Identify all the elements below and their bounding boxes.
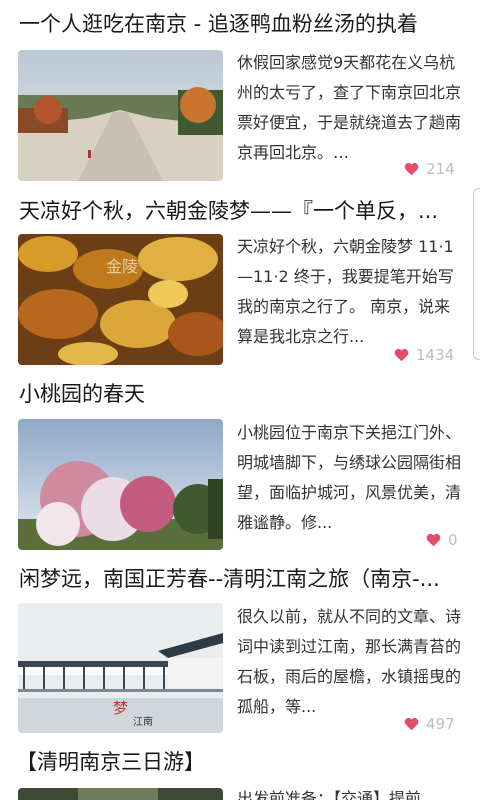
article-excerpt: 休假回家感觉9天都花在义乌杭州的太亏了，查了下南京回北京票好便宜，于是就绕道去了…	[237, 53, 462, 162]
article-thumbnail[interactable]	[18, 50, 223, 181]
heart-icon	[404, 162, 419, 176]
like-count: 497	[404, 715, 455, 733]
like-count-value: 1434	[416, 346, 455, 364]
like-count-value: 497	[426, 715, 455, 733]
article-title[interactable]: 闲梦远，南国正芳春--清明江南之旅（南京-...	[19, 565, 459, 593]
article-title[interactable]: 天凉好个秋，六朝金陵梦——『一个单反，...	[19, 197, 459, 225]
article-title[interactable]: 【清明南京三日游】	[16, 748, 456, 776]
like-count-value: 214	[426, 160, 455, 178]
svg-text:江南: 江南	[133, 715, 153, 728]
scrollbar[interactable]	[473, 188, 480, 360]
article-thumbnail[interactable]	[18, 419, 223, 550]
article-title[interactable]: 小桃园的春天	[19, 380, 459, 408]
article-thumbnail[interactable]: 梦 江南	[18, 603, 223, 733]
article-excerpt: 很久以前，就从不同的文章、诗词中读到过江南，那长满青苔的石板，雨后的屋檐，水镇摇…	[237, 607, 462, 716]
article-card[interactable]: 【清明南京三日游】 出发前准备：【交通】提前	[0, 740, 470, 800]
heart-icon	[394, 348, 409, 362]
like-count-value: 0	[448, 531, 458, 549]
article-card[interactable]: 闲梦远，南国正芳春--清明江南之旅（南京-... 梦 江南 很久以前，就从不同的…	[0, 564, 470, 740]
article-card[interactable]: 一个人逛吃在南京 - 追逐鸭血粉丝汤的执着 休假回家感觉9天都花在义乌杭州的太亏…	[0, 0, 470, 188]
article-title[interactable]: 一个人逛吃在南京 - 追逐鸭血粉丝汤的执着	[19, 10, 459, 38]
article-excerpt: 出发前准备：【交通】提前	[237, 789, 422, 800]
article-card[interactable]: 小桃园的春天 小桃园位于南京下关挹江门外、明城墙脚下，与绣球公园隔街相望，面临护…	[0, 378, 470, 564]
like-count: 1434	[394, 346, 454, 364]
svg-text:梦: 梦	[113, 699, 128, 717]
heart-icon	[426, 533, 441, 547]
article-thumbnail[interactable]	[18, 788, 223, 800]
article-excerpt: 小桃园位于南京下关挹江门外、明城墙脚下，与绣球公园隔街相望，面临护城河，风景优美…	[237, 423, 462, 532]
svg-text:金陵: 金陵	[106, 257, 138, 276]
like-count: 214	[404, 160, 455, 178]
article-card[interactable]: 天凉好个秋，六朝金陵梦——『一个单反，... 金陵 天凉好个秋，六朝金陵梦 11…	[0, 188, 470, 378]
like-count: 0	[426, 531, 458, 549]
heart-icon	[404, 717, 419, 731]
article-excerpt: 天凉好个秋，六朝金陵梦 11·1—11·2 终于，我要提笔开始写我的南京之行了。…	[237, 237, 454, 346]
article-thumbnail[interactable]: 金陵	[18, 234, 223, 365]
